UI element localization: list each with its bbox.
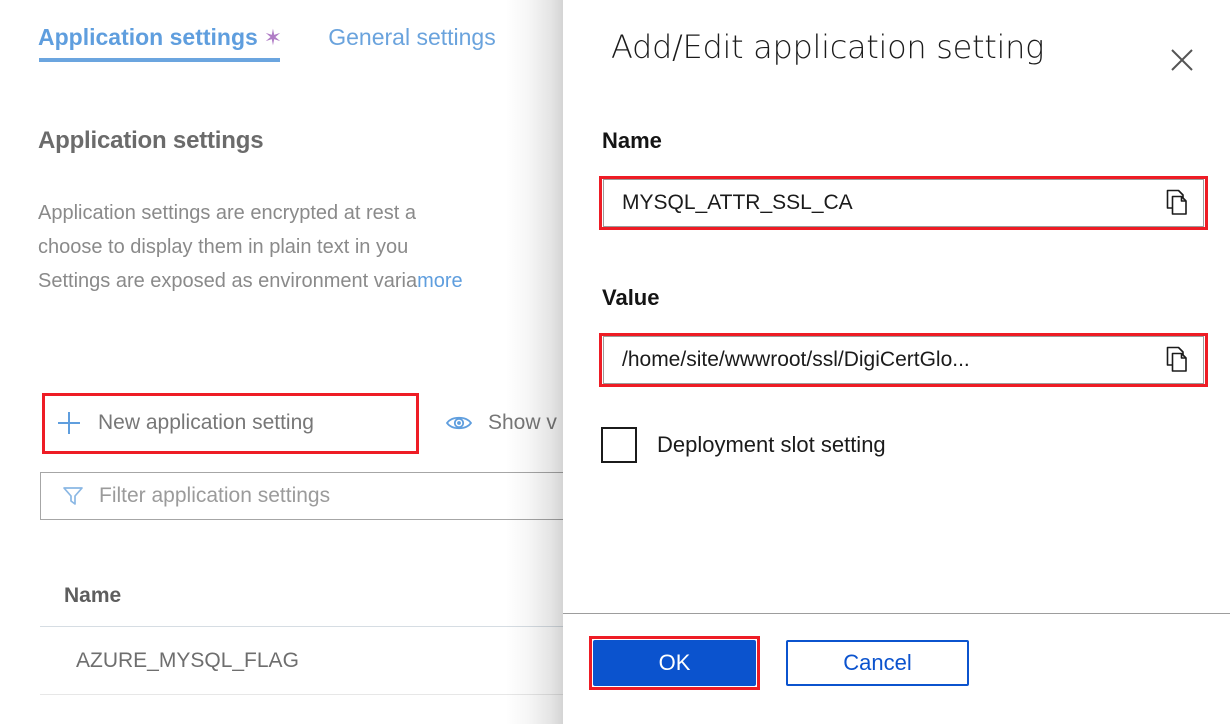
close-icon[interactable] <box>1162 40 1202 80</box>
page-title: Application settings <box>38 127 263 155</box>
new-application-setting-label: New application setting <box>98 411 314 435</box>
new-application-setting-button[interactable]: New application setting <box>42 394 324 452</box>
deployment-slot-setting-checkbox-row[interactable]: Deployment slot setting <box>601 427 886 463</box>
tab-application-settings-label: Application settings <box>38 24 258 50</box>
eye-icon <box>444 413 474 433</box>
tab-general-settings-label: General settings <box>328 24 495 50</box>
value-input[interactable]: /home/site/wwwroot/ssl/DigiCertGlo... <box>603 336 1204 384</box>
value-field-label: Value <box>602 285 659 311</box>
cancel-button[interactable]: Cancel <box>786 640 969 686</box>
filter-placeholder: Filter application settings <box>99 484 330 508</box>
value-input-value: /home/site/wwwroot/ssl/DigiCertGlo... <box>604 348 970 372</box>
funnel-icon <box>61 484 85 508</box>
plus-icon <box>54 409 84 437</box>
show-values-label: Show v <box>488 411 557 435</box>
active-tab-underline <box>39 58 280 62</box>
blade-tabs: Application settings✶ General settings <box>38 22 542 69</box>
deployment-slot-setting-checkbox[interactable] <box>601 427 637 463</box>
column-header-name[interactable]: Name <box>40 584 121 608</box>
name-input[interactable]: MYSQL_ATTR_SSL_CA <box>603 179 1204 227</box>
ok-button[interactable]: OK <box>593 640 756 686</box>
required-asterisk-icon: ✶ <box>264 25 282 50</box>
cell-name: AZURE_MYSQL_FLAG <box>40 649 299 673</box>
copy-icon[interactable] <box>1155 337 1201 383</box>
tab-application-settings[interactable]: Application settings✶ <box>38 22 282 69</box>
screenshot-root: Application settings✶ General settings A… <box>0 0 1230 724</box>
panel-title: Add/Edit application setting <box>611 28 1044 66</box>
name-input-value: MYSQL_ATTR_SSL_CA <box>604 191 853 215</box>
deployment-slot-setting-label: Deployment slot setting <box>657 432 886 458</box>
command-bar: New application setting <box>42 394 324 452</box>
blade-description-text: Application settings are encrypted at re… <box>38 202 417 292</box>
copy-icon[interactable] <box>1155 180 1201 226</box>
name-field-label: Name <box>602 128 662 154</box>
tab-general-settings[interactable]: General settings <box>328 22 495 68</box>
show-values-button[interactable]: Show v <box>432 394 567 452</box>
learn-more-link[interactable]: more <box>417 270 463 292</box>
panel-footer-divider <box>563 613 1230 614</box>
